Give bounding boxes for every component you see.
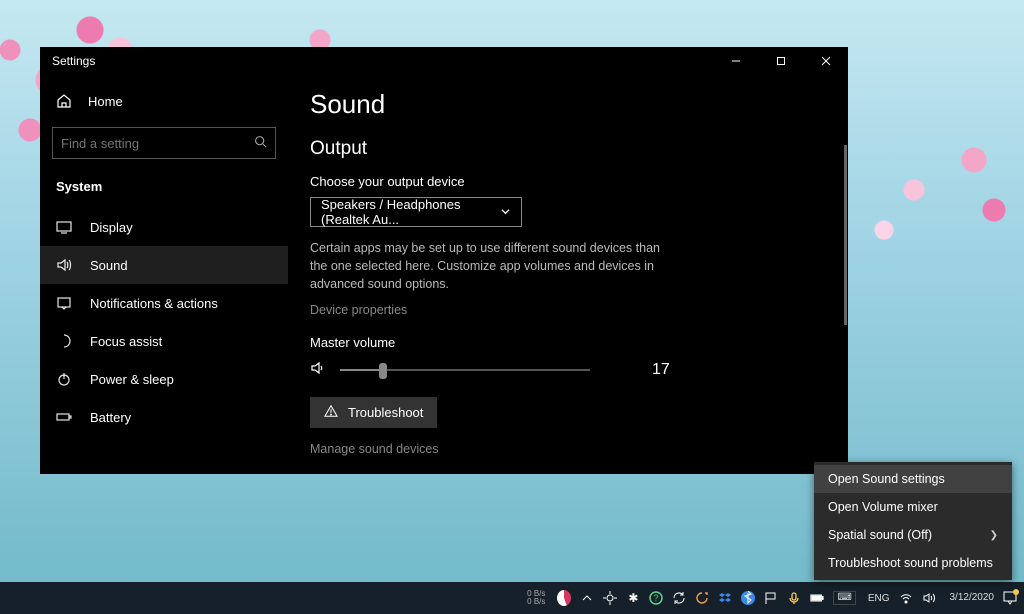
chevron-right-icon: ❯ <box>990 530 998 541</box>
search-box[interactable] <box>52 127 276 159</box>
tray-locate-icon[interactable] <box>603 591 617 605</box>
tray-battery-icon[interactable] <box>810 591 824 605</box>
choose-output-label: Choose your output device <box>310 174 826 189</box>
troubleshoot-button[interactable]: Troubleshoot <box>310 397 437 428</box>
scrollbar[interactable] <box>844 145 847 325</box>
window-title: Settings <box>52 54 95 68</box>
ctx-label: Open Sound settings <box>828 472 945 486</box>
notification-badge <box>1013 589 1019 595</box>
tray-chevron-icon[interactable] <box>580 591 594 605</box>
search-input[interactable] <box>61 136 254 151</box>
tray-slack-icon[interactable]: ✱ <box>626 591 640 605</box>
nav-label: Focus assist <box>90 334 162 349</box>
ctx-spatial-sound[interactable]: Spatial sound (Off) ❯ <box>814 521 1012 549</box>
nav-label: Notifications & actions <box>90 296 218 311</box>
troubleshoot-label: Troubleshoot <box>348 405 423 420</box>
chevron-down-icon <box>500 205 511 220</box>
tray-help-icon[interactable]: ? <box>649 591 663 605</box>
category-label: System <box>52 173 276 208</box>
home-nav[interactable]: Home <box>52 85 276 117</box>
network-stats[interactable]: 0 B/s 0 B/s <box>527 590 551 607</box>
power-icon <box>56 371 72 387</box>
output-help-text: Certain apps may be set up to use differ… <box>310 239 660 293</box>
taskbar-clock[interactable]: 3/12/2020 <box>942 592 1003 604</box>
close-button[interactable] <box>803 47 848 75</box>
ctx-troubleshoot-sound[interactable]: Troubleshoot sound problems <box>814 549 1012 577</box>
focus-assist-icon <box>56 333 72 349</box>
tray-wifi-icon[interactable] <box>899 591 913 605</box>
nav-label: Display <box>90 220 133 235</box>
nav-display[interactable]: Display <box>40 208 288 246</box>
content-area: Sound Output Choose your output device S… <box>288 75 848 474</box>
nav-label: Battery <box>90 410 131 425</box>
action-center-icon[interactable] <box>1002 590 1018 606</box>
manage-sound-devices-link[interactable]: Manage sound devices <box>310 442 826 456</box>
tray-mic-icon[interactable] <box>787 591 801 605</box>
system-tray: ✱ ? ⌨ ENG <box>551 591 941 605</box>
tray-flag-icon[interactable] <box>764 591 778 605</box>
settings-window: Settings Home System <box>40 47 848 445</box>
warning-icon <box>324 404 338 421</box>
nav-power-sleep[interactable]: Power & sleep <box>40 360 288 398</box>
maximize-button[interactable] <box>758 47 803 75</box>
volume-value: 17 <box>652 361 670 379</box>
nav-focus-assist[interactable]: Focus assist <box>40 322 288 360</box>
net-dn: 0 B/s <box>527 598 545 606</box>
device-properties-link[interactable]: Device properties <box>310 303 826 317</box>
nav-label: Power & sleep <box>90 372 174 387</box>
slider-thumb[interactable] <box>379 363 387 379</box>
home-label: Home <box>88 94 123 109</box>
volume-slider[interactable] <box>340 369 590 371</box>
svg-text:?: ? <box>654 593 659 603</box>
notifications-icon <box>56 295 72 311</box>
display-icon <box>56 219 72 235</box>
ctx-label: Spatial sound (Off) <box>828 528 932 542</box>
battery-icon <box>56 409 72 425</box>
home-icon <box>56 93 72 109</box>
output-device-dropdown[interactable]: Speakers / Headphones (Realtek Au... <box>310 197 522 227</box>
tray-pie-icon[interactable] <box>557 591 571 605</box>
ctx-open-sound-settings[interactable]: Open Sound settings <box>814 465 1012 493</box>
tray-bluetooth-icon[interactable] <box>741 591 755 605</box>
taskbar[interactable]: 0 B/s 0 B/s ✱ ? ⌨ ENG 3/12/2020 <box>0 582 1024 614</box>
output-section-title: Output <box>310 138 826 160</box>
ctx-label: Troubleshoot sound problems <box>828 556 993 570</box>
sound-icon <box>56 257 72 273</box>
ctx-label: Open Volume mixer <box>828 500 938 514</box>
tray-dropbox-icon[interactable] <box>718 591 732 605</box>
tray-sync-icon[interactable] <box>672 591 686 605</box>
page-title: Sound <box>310 89 826 120</box>
slider-fill <box>340 369 383 371</box>
nav-label: Sound <box>90 258 128 273</box>
ctx-open-volume-mixer[interactable]: Open Volume mixer <box>814 493 1012 521</box>
taskbar-date: 3/12/2020 <box>950 592 995 604</box>
minimize-button[interactable] <box>713 47 758 75</box>
nav-sound[interactable]: Sound <box>40 246 288 284</box>
tray-refresh-icon[interactable] <box>695 591 709 605</box>
dropdown-value: Speakers / Headphones (Realtek Au... <box>321 197 500 227</box>
tray-keyboard-icon[interactable]: ⌨ <box>833 591 855 605</box>
sound-context-menu: Open Sound settings Open Volume mixer Sp… <box>814 462 1012 580</box>
tray-volume-icon[interactable] <box>922 591 936 605</box>
wallpaper-blossom-right <box>854 130 1024 260</box>
master-volume-label: Master volume <box>310 335 826 350</box>
tray-language[interactable]: ENG <box>868 593 890 604</box>
nav-notifications[interactable]: Notifications & actions <box>40 284 288 322</box>
search-icon <box>254 135 267 151</box>
nav-battery[interactable]: Battery <box>40 398 288 436</box>
sidebar: Home System Display Sound <box>40 75 288 474</box>
titlebar[interactable]: Settings <box>40 47 848 75</box>
volume-icon[interactable] <box>310 360 328 379</box>
